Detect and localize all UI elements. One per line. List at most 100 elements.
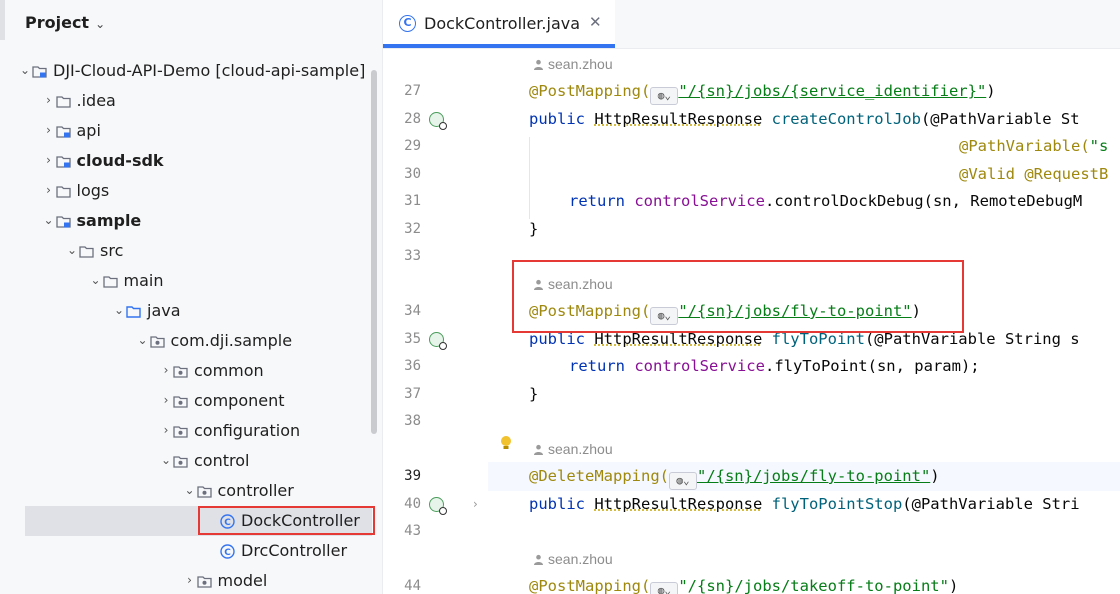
editor-tab-bar: C DockController.java ✕: [383, 0, 1120, 49]
code-line-40[interactable]: public HttpResultResponse flyToPointStop…: [529, 495, 1080, 513]
chevron-down-icon[interactable]: ⌄: [65, 243, 79, 257]
code-line-28[interactable]: public HttpResultResponse createControlJ…: [529, 110, 1080, 128]
tree-item-common[interactable]: › common: [0, 356, 372, 386]
tree-item-label: sample: [76, 211, 142, 230]
tree-item-cloud-sdk[interactable]: › cloud-sdk: [0, 146, 372, 176]
web-endpoint-icon[interactable]: [429, 332, 447, 350]
line-number: 36: [404, 358, 421, 374]
tree-item-java[interactable]: ⌄ java: [0, 296, 372, 326]
chevron-down-icon[interactable]: ⌄: [95, 17, 105, 31]
chevron-down-icon[interactable]: ⌄: [183, 483, 197, 497]
person-icon: [534, 444, 543, 455]
chevron-right-icon[interactable]: ›: [159, 363, 173, 377]
tree-item-drccontroller[interactable]: C DrcController: [0, 536, 372, 566]
folder-icon: [55, 184, 71, 198]
package-icon: [173, 394, 188, 408]
web-endpoint-icon[interactable]: [429, 497, 447, 515]
svg-text:C: C: [224, 548, 231, 558]
tree-item-label: model: [217, 571, 268, 590]
code-editor[interactable]: C DockController.java ✕ 27 28 29 30 31 3…: [383, 0, 1120, 594]
close-icon[interactable]: ✕: [589, 13, 602, 31]
tree-item-label: DJI-Cloud-API-Demo [cloud-api-sample]: [53, 61, 366, 80]
tree-item-label: cloud-sdk: [76, 151, 164, 170]
line-number: 29: [404, 138, 421, 154]
code-line-37[interactable]: }: [529, 385, 538, 403]
chevron-down-icon[interactable]: ⌄: [159, 453, 173, 467]
code-line-27[interactable]: @PostMapping(◍⌄ "/{sn}/jobs/{service_iden…: [529, 82, 996, 105]
module-folder-icon: [32, 64, 47, 78]
chevron-down-icon[interactable]: ⌄: [18, 63, 32, 77]
code-line-31[interactable]: return controlService.controlDockDebug(s…: [569, 192, 1082, 210]
chevron-right-icon[interactable]: ›: [42, 153, 56, 167]
tree-item-com-dji-sample[interactable]: ⌄ com.dji.sample: [0, 326, 372, 356]
line-number: 28: [404, 111, 421, 127]
class-icon: C: [220, 544, 235, 559]
tree-item-main[interactable]: ⌄ main: [0, 266, 372, 296]
chevron-down-icon[interactable]: ⌄: [112, 303, 126, 317]
code-line-36[interactable]: return controlService.flyToPoint(sn, par…: [569, 357, 980, 375]
chevron-right-icon[interactable]: ›: [183, 573, 197, 587]
tree-item-sample[interactable]: ⌄ sample: [0, 206, 372, 236]
fold-arrow-icon[interactable]: ›: [473, 497, 478, 511]
lightbulb-icon[interactable]: [500, 436, 512, 450]
tree-item-label: .idea: [76, 91, 116, 110]
tab-dockcontroller[interactable]: C DockController.java ✕: [383, 0, 615, 48]
web-endpoint-icon[interactable]: [429, 112, 447, 130]
chevron-down-icon[interactable]: ⌄: [42, 213, 56, 227]
module-folder-icon: [55, 214, 71, 228]
globe-icon[interactable]: ◍⌄: [668, 472, 697, 490]
chevron-right-icon[interactable]: ›: [42, 183, 56, 197]
chevron-right-icon[interactable]: ›: [159, 393, 173, 407]
annotation-highlight-box: [512, 260, 964, 333]
tree-item-label: controller: [217, 481, 294, 500]
code-line-29[interactable]: @PathVariable("s: [959, 137, 1108, 155]
package-icon: [149, 334, 165, 348]
chevron-down-icon[interactable]: ⌄: [136, 333, 150, 347]
tool-window-strip[interactable]: [0, 0, 5, 40]
tree-item-label: main: [123, 271, 164, 290]
tree-item-component[interactable]: › component: [0, 386, 372, 416]
globe-icon[interactable]: ◍⌄: [650, 87, 679, 105]
chevron-down-icon[interactable]: ⌄: [89, 273, 103, 287]
tree-item-label: DrcController: [241, 541, 348, 560]
tree-item-dji-cloud-api-demo-cloud-api-sample[interactable]: ⌄ DJI-Cloud-API-Demo [cloud-api-sample]: [0, 56, 372, 86]
tree-item-controller[interactable]: ⌄ controller: [0, 476, 372, 506]
line-number: 39: [404, 468, 421, 484]
line-number: 34: [404, 303, 421, 319]
package-icon: [173, 364, 188, 378]
line-number: 35: [404, 331, 421, 347]
tree-item-label: component: [194, 391, 285, 410]
tab-label: DockController.java: [424, 14, 581, 33]
code-line-44[interactable]: @PostMapping(◍⌄ "/{sn}/jobs/takeoff-to-po…: [529, 577, 958, 594]
tree-item-label: configuration: [194, 421, 301, 440]
module-folder-icon: [55, 124, 71, 138]
code-author-hint[interactable]: sean.zhou: [533, 441, 613, 457]
person-icon: [534, 554, 543, 565]
active-tab-indicator: [383, 44, 615, 48]
tree-item-label: com.dji.sample: [170, 331, 293, 350]
chevron-right-icon[interactable]: ›: [42, 123, 56, 137]
code-author-hint[interactable]: sean.zhou: [533, 551, 613, 567]
code-author-hint[interactable]: sean.zhou: [533, 56, 613, 72]
person-icon: [534, 59, 543, 70]
folder-icon: [55, 94, 71, 108]
tree-scrollbar[interactable]: [371, 70, 377, 434]
tree-item-logs[interactable]: › logs: [0, 176, 372, 206]
tree-item-src[interactable]: ⌄ src: [0, 236, 372, 266]
tree-item-model[interactable]: › model: [0, 566, 372, 594]
code-line-30[interactable]: @Valid @RequestB: [959, 165, 1108, 183]
code-line-32[interactable]: }: [529, 220, 538, 238]
globe-icon[interactable]: ◍⌄: [650, 582, 679, 594]
folder-icon: [102, 274, 118, 288]
chevron-right-icon[interactable]: ›: [159, 423, 173, 437]
line-number: 27: [404, 83, 421, 99]
tree-item-idea[interactable]: › .idea: [0, 86, 372, 116]
tree-item-configuration[interactable]: › configuration: [0, 416, 372, 446]
selection-highlight-box: [198, 506, 375, 535]
line-number: 30: [404, 166, 421, 182]
code-line-39[interactable]: @DeleteMapping(◍⌄ "/{sn}/jobs/fly-to-poin…: [529, 467, 940, 490]
tree-item-api[interactable]: › api: [0, 116, 372, 146]
chevron-right-icon[interactable]: ›: [42, 93, 56, 107]
tree-item-control[interactable]: ⌄ control: [0, 446, 372, 476]
project-view-selector[interactable]: Project ⌄: [25, 13, 105, 32]
